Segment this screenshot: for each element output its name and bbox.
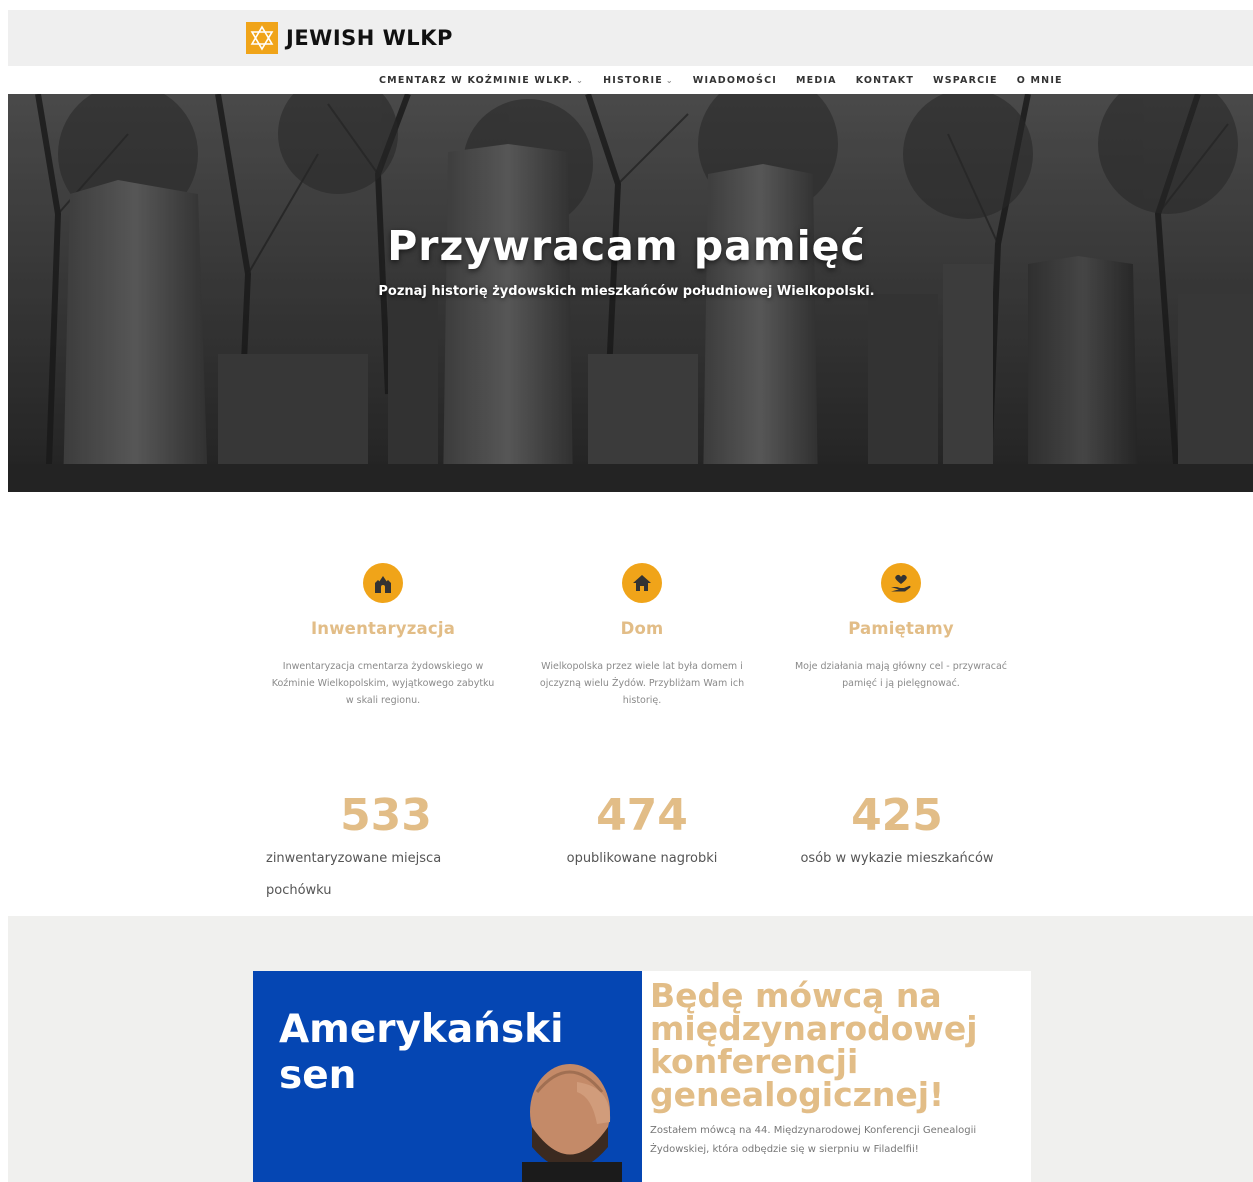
counter-value: 425 <box>851 790 943 841</box>
nav-label: WIADOMOŚCI <box>692 74 778 86</box>
nav-item-support[interactable]: WSPARCIE <box>933 75 998 86</box>
feature-title: Inwentaryzacja <box>310 619 456 638</box>
counter-label: opublikowane nagrobki <box>566 851 718 866</box>
news-excerpt: Zostałem mówcą na 44. Międzynarodowej Ko… <box>650 1125 977 1155</box>
news-card-image[interactable]: Amerykański sen <box>253 971 642 1182</box>
speaker-photo <box>522 1064 622 1182</box>
hero-title: Przywracam pamięć <box>387 222 866 270</box>
site-logo[interactable]: JEWISH WLKP <box>246 22 453 54</box>
counter-label: osób w wykazie mieszkańców <box>800 851 994 866</box>
nav-menu: CMENTARZ W KOŹMINIE WLKP. ⌄ HISTORIE ⌄ W… <box>379 66 1082 94</box>
nav-item-stories[interactable]: HISTORIE ⌄ <box>603 75 674 86</box>
top-header: JEWISH WLKP <box>8 10 1253 66</box>
nav-label: WSPARCIE <box>933 74 998 86</box>
counter-label: zinwentaryzowane miejsca pochówku <box>266 851 442 898</box>
counter-tombstones: 474 opublikowane nagrobki <box>522 790 762 875</box>
feature-text: Wielkopolska przez wiele lat była domem … <box>539 661 745 706</box>
main-navigation: CMENTARZ W KOŹMINIE WLKP. ⌄ HISTORIE ⌄ W… <box>8 66 1253 94</box>
hero-subtitle: Poznaj historię żydowskich mieszkańców p… <box>378 284 875 299</box>
feature-text: Inwentaryzacja cmentarza żydowskiego w K… <box>271 661 495 706</box>
counter-graves: 533 zinwentaryzowane miejsca pochówku <box>266 790 506 907</box>
news-section: Amerykański sen Będę mówcą na międzynaro… <box>8 916 1253 1182</box>
news-title-link[interactable]: Będę mówcą na międzynarodowej konferencj… <box>650 979 1023 1111</box>
nav-item-contact[interactable]: KONTAKT <box>856 75 914 86</box>
feature-inventory: Inwentaryzacja Inwentaryzacja cmentarza … <box>263 563 503 709</box>
feature-home: Dom Wielkopolska przez wiele lat była do… <box>522 563 762 709</box>
synagogue-icon <box>363 563 403 603</box>
nav-item-news[interactable]: WIADOMOŚCI <box>693 75 777 86</box>
star-of-david-icon <box>246 22 278 54</box>
nav-item-media[interactable]: MEDIA <box>796 75 837 86</box>
counter-value: 533 <box>340 790 432 841</box>
counter-residents: 425 osób w wykazie mieszkańców <box>777 790 1017 875</box>
nav-label: KONTAKT <box>855 74 915 86</box>
home-icon <box>622 563 662 603</box>
nav-item-cemetery[interactable]: CMENTARZ W KOŹMINIE WLKP. ⌄ <box>379 75 584 86</box>
logo-text: JEWISH WLKP <box>286 26 453 50</box>
feature-text: Moje działania mają główny cel - przywra… <box>794 661 1008 689</box>
counter-value: 474 <box>596 790 688 841</box>
nav-label: HISTORIE <box>603 74 663 86</box>
nav-item-about[interactable]: O MNIE <box>1017 75 1063 86</box>
feature-title: Pamiętamy <box>848 619 954 638</box>
hand-heart-icon <box>881 563 921 603</box>
hero-banner: Przywracam pamięć Poznaj historię żydows… <box>8 94 1253 492</box>
nav-label: MEDIA <box>796 74 837 86</box>
nav-label: O MNIE <box>1016 74 1063 86</box>
chevron-down-icon: ⌄ <box>576 75 585 85</box>
chevron-down-icon: ⌄ <box>665 75 674 85</box>
feature-remember: Pamiętamy Moje działania mają główny cel… <box>781 563 1021 692</box>
news-card-body: Będę mówcą na międzynarodowej konferencj… <box>642 971 1031 1182</box>
nav-label: CMENTARZ W KOŹMINIE WLKP. <box>379 74 574 86</box>
feature-title: Dom <box>620 619 664 638</box>
